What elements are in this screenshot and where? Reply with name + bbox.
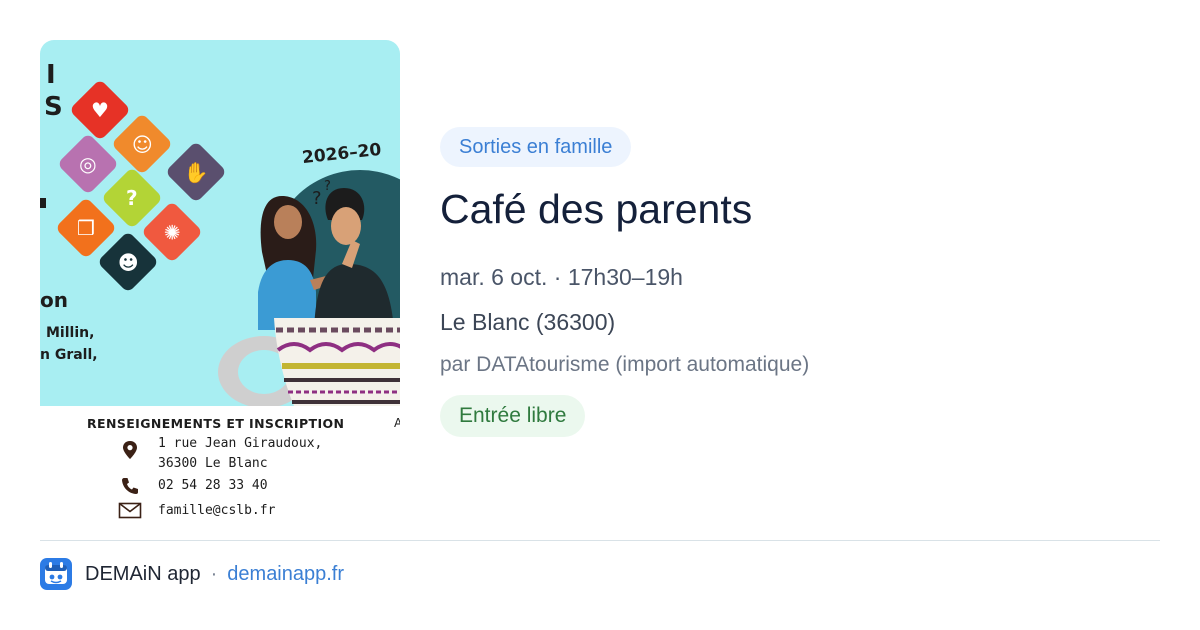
footer-separator: · bbox=[210, 562, 218, 585]
poster-text-fragment: I bbox=[46, 60, 56, 90]
envelope-icon bbox=[118, 502, 142, 519]
phone-icon bbox=[122, 478, 138, 494]
event-title: Café des parents bbox=[440, 186, 753, 232]
family-tile-icon: ☺ bbox=[110, 112, 174, 176]
poster-illustration: I S on Millin, n Grall, ♥ ☺ ◎ ✋ ? ❒ ✺ ☻ … bbox=[40, 40, 400, 406]
category-badge: Sorties en famille bbox=[440, 127, 632, 167]
demain-app-icon bbox=[40, 558, 72, 590]
footer: DEMAiN app · demainapp.fr bbox=[40, 557, 344, 591]
poster-address-line: 36300 Le Blanc bbox=[158, 456, 268, 471]
poster-text-fragment: n Grall, bbox=[40, 347, 98, 363]
poster-dash bbox=[40, 198, 46, 208]
svg-text:?: ? bbox=[312, 188, 322, 209]
poster-info-section: RENSEIGNEMENTS ET INSCRIPTION A 1 rue Je… bbox=[40, 406, 400, 520]
event-place: Le Blanc (36300) bbox=[440, 309, 616, 335]
poster-info-heading: RENSEIGNEMENTS ET INSCRIPTION bbox=[87, 416, 345, 431]
poster-email: famille@cslb.fr bbox=[158, 503, 276, 518]
poster-address-line: 1 rue Jean Giraudoux, bbox=[158, 436, 323, 451]
app-website-link[interactable]: demainapp.fr bbox=[227, 563, 344, 586]
poster-text-fragment: Millin, bbox=[46, 325, 95, 341]
poster-text-fragment: on bbox=[40, 288, 68, 312]
event-source: par DATAtourisme (import automatique) bbox=[440, 353, 810, 376]
pacifier-tile-icon: ◎ bbox=[56, 132, 120, 196]
poster-text-fragment: S bbox=[44, 92, 63, 122]
event-date: mar. 6 oct. · 17h30–19h bbox=[440, 264, 683, 290]
event-poster-image: I S on Millin, n Grall, ♥ ☺ ◎ ✋ ? ❒ ✺ ☻ … bbox=[40, 40, 400, 520]
footer-divider bbox=[40, 540, 1160, 541]
svg-text:?: ? bbox=[324, 179, 331, 194]
poster-phone: 02 54 28 33 40 bbox=[158, 478, 268, 493]
parents-cup-illustration: ? ? bbox=[218, 170, 400, 406]
price-badge: Entrée libre bbox=[440, 395, 586, 437]
map-pin-icon bbox=[123, 441, 137, 459]
app-name: DEMAiN app bbox=[85, 562, 201, 585]
poster-info-heading-tail: A bbox=[394, 416, 400, 430]
